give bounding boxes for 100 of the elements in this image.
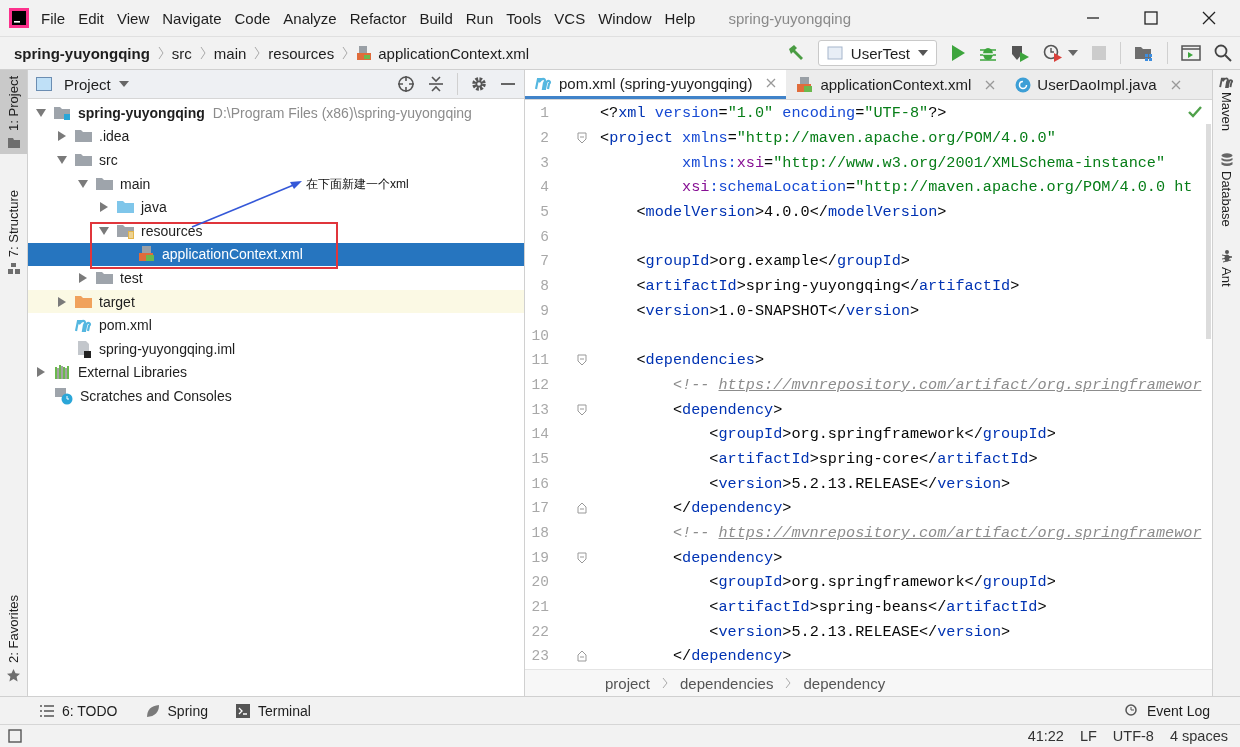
clock-icon [1124, 703, 1139, 718]
tree-item[interactable]: main [120, 175, 151, 192]
expanded-arrow-icon[interactable] [57, 155, 67, 165]
search-icon[interactable] [1214, 44, 1232, 62]
menu-item[interactable]: File [41, 9, 66, 27]
tool-window-tab[interactable]: Ant [1219, 248, 1234, 287]
tool-window-tab[interactable]: Database [1219, 153, 1234, 227]
breadcrumb-item[interactable]: project [605, 674, 651, 692]
panel-title-dropdown[interactable]: Project [64, 75, 129, 93]
menu-item[interactable]: Run [465, 9, 494, 27]
breadcrumb-item[interactable]: applicationContext.xml [378, 44, 530, 62]
expanded-arrow-icon[interactable] [99, 225, 109, 236]
tool-window-tab[interactable]: 2: Favorites [0, 589, 27, 688]
tool-window-button[interactable]: Spring [145, 702, 208, 719]
leaf-icon [145, 703, 160, 718]
breadcrumb-item[interactable]: dependencies [680, 674, 774, 692]
folder-icon [96, 269, 114, 286]
status-item[interactable]: 41:22 [1027, 728, 1064, 744]
tree-item[interactable]: pom.xml [99, 317, 152, 334]
path-hint: D:\Program Files (x86)\spring-yuyongqing [212, 104, 472, 121]
menu-item[interactable]: Refactor [349, 9, 407, 27]
tree-item[interactable]: spring-yuyongqing.iml [99, 340, 236, 357]
caret-icon[interactable] [1068, 50, 1078, 56]
status-item[interactable]: 4 spaces [1169, 728, 1228, 744]
close-icon[interactable] [1202, 11, 1216, 25]
tree-item[interactable]: resources [141, 222, 203, 239]
profiler-icon[interactable] [1043, 44, 1063, 62]
scrollbar-thumb[interactable] [1206, 124, 1211, 339]
status-item[interactable]: UTF-8 [1112, 728, 1154, 744]
coverage-icon[interactable] [1010, 44, 1030, 62]
collapsed-arrow-icon[interactable] [78, 272, 88, 283]
menu-item[interactable]: VCS [554, 9, 586, 27]
menu-item[interactable]: Navigate [162, 9, 222, 27]
panel-toggle-icon[interactable] [8, 729, 22, 743]
tool-window-tab[interactable]: 1: Project [0, 70, 27, 154]
editor-tab[interactable]: pom.xml (spring-yuyongqing) [525, 70, 787, 99]
collapsed-arrow-icon[interactable] [57, 296, 67, 307]
tree-item[interactable]: test [120, 269, 143, 286]
tool-window-button[interactable]: Terminal [236, 702, 311, 719]
fold-icon[interactable] [576, 650, 587, 663]
run-config-dropdown[interactable]: UserTest [817, 40, 937, 66]
tree-item[interactable]: External Libraries [78, 364, 187, 381]
hammer-icon[interactable] [786, 44, 805, 62]
collapse-all-icon[interactable] [427, 75, 445, 93]
folder-icon [96, 175, 114, 192]
breadcrumb-item[interactable]: dependency [803, 674, 886, 692]
editor-tab[interactable]: applicationContext.xml [786, 70, 1006, 99]
tool-window-button[interactable]: 6: TODO [40, 702, 118, 719]
breadcrumb-item[interactable]: resources [268, 44, 335, 62]
breadcrumb-item[interactable]: spring-yuyongqing [14, 44, 150, 62]
tool-window-button[interactable]: Event Log [1124, 702, 1210, 719]
menu-item[interactable]: View [117, 9, 150, 27]
console-icon[interactable] [1181, 44, 1201, 62]
fold-icon[interactable] [576, 502, 587, 515]
tree-item[interactable]: java [141, 199, 167, 216]
tool-window-tab[interactable]: Maven [1218, 76, 1235, 132]
fold-icon[interactable] [576, 132, 587, 145]
breadcrumb-item[interactable]: src [171, 44, 192, 62]
code-line: <groupId>org.springframework</groupId> [708, 425, 1056, 444]
tool-window-tab[interactable]: 7: Structure [0, 183, 27, 281]
collapsed-arrow-icon[interactable] [36, 367, 46, 378]
list-icon [40, 704, 54, 717]
menu-item[interactable]: Edit [78, 9, 105, 27]
fold-icon[interactable] [576, 354, 587, 367]
tree-item[interactable]: spring-yuyongqing [78, 104, 205, 121]
code-line: <version>5.2.13.RELEASE</version> [708, 474, 1011, 493]
line-number: 9 [539, 302, 549, 319]
menu-item[interactable]: Window [598, 9, 652, 27]
status-item[interactable]: LF [1079, 728, 1097, 744]
settings-icon[interactable] [470, 75, 488, 93]
collapsed-arrow-icon[interactable] [99, 202, 109, 213]
menu-item[interactable]: Tools [506, 9, 542, 27]
maximize-icon[interactable] [1144, 11, 1158, 25]
tree-item[interactable]: applicationContext.xml [162, 246, 303, 263]
menu-item[interactable]: Analyze [283, 9, 337, 27]
code-line: <groupId>org.springframework</groupId> [708, 573, 1056, 592]
folder-grid-icon[interactable] [1134, 44, 1154, 62]
tree-item[interactable]: Scratches and Consoles [80, 387, 232, 404]
tree-item[interactable]: target [99, 293, 135, 310]
run-icon[interactable] [950, 44, 966, 62]
line-number: 13 [530, 401, 549, 418]
tree-item[interactable]: src [99, 152, 118, 168]
menu-item[interactable]: Help [664, 9, 696, 27]
selected-row[interactable]: applicationContext.xml [28, 242, 524, 267]
editor-tab[interactable]: UserDaoImpl.java [1005, 70, 1191, 99]
chevron-icon [254, 46, 261, 60]
menu-item[interactable]: Build [419, 9, 453, 27]
tree-item[interactable]: .idea [99, 128, 130, 145]
code-line: <artifactId>spring-beans</artifactId> [708, 598, 1047, 617]
menu-item[interactable]: Code [234, 9, 271, 27]
breadcrumb-item[interactable]: main [213, 44, 247, 62]
highlighted-row[interactable]: target [28, 289, 524, 314]
line-number: 22 [530, 623, 549, 640]
structure-icon [7, 263, 20, 275]
fold-icon[interactable] [576, 403, 587, 416]
expanded-arrow-icon[interactable] [36, 107, 46, 118]
collapsed-arrow-icon[interactable] [57, 131, 67, 142]
fold-icon[interactable] [576, 551, 587, 564]
expanded-arrow-icon[interactable] [78, 178, 88, 189]
crosshair-icon[interactable] [397, 75, 415, 93]
